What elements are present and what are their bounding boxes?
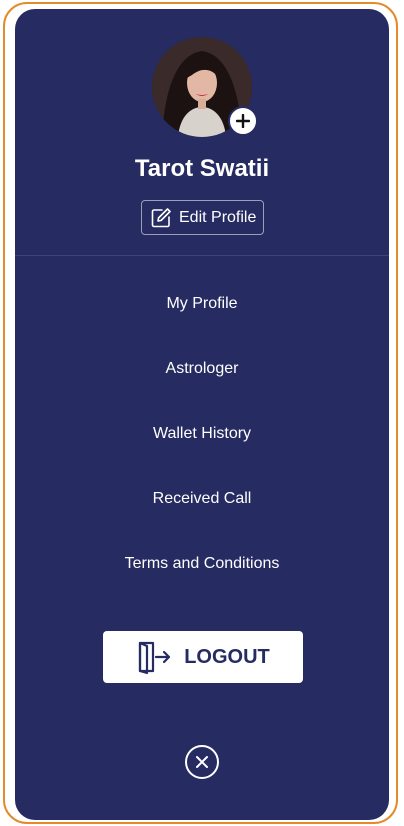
edit-profile-button[interactable]: Edit Profile [141, 200, 264, 235]
menu-item-astrologer[interactable]: Astrologer [15, 358, 389, 380]
menu-item-received-call[interactable]: Received Call [15, 488, 389, 510]
logout-label: LOGOUT [184, 645, 270, 668]
plus-icon [236, 114, 250, 128]
edit-icon [151, 207, 171, 227]
side-drawer: Tarot Swatii Edit Profile My Profile Ast… [15, 9, 389, 820]
profile-photo-area [152, 37, 258, 137]
door-exit-icon [139, 641, 171, 675]
menu-item-terms-and-conditions[interactable]: Terms and Conditions [15, 553, 389, 575]
edit-profile-label: Edit Profile [179, 208, 257, 226]
close-icon [196, 756, 208, 768]
profile-name: Tarot Swatii [134, 155, 270, 182]
add-photo-button[interactable] [228, 106, 258, 136]
logout-button[interactable]: LOGOUT [103, 631, 303, 683]
divider [15, 255, 389, 256]
menu-item-my-profile[interactable]: My Profile [15, 293, 389, 315]
close-button[interactable] [185, 745, 219, 779]
menu-item-wallet-history[interactable]: Wallet History [15, 423, 389, 445]
